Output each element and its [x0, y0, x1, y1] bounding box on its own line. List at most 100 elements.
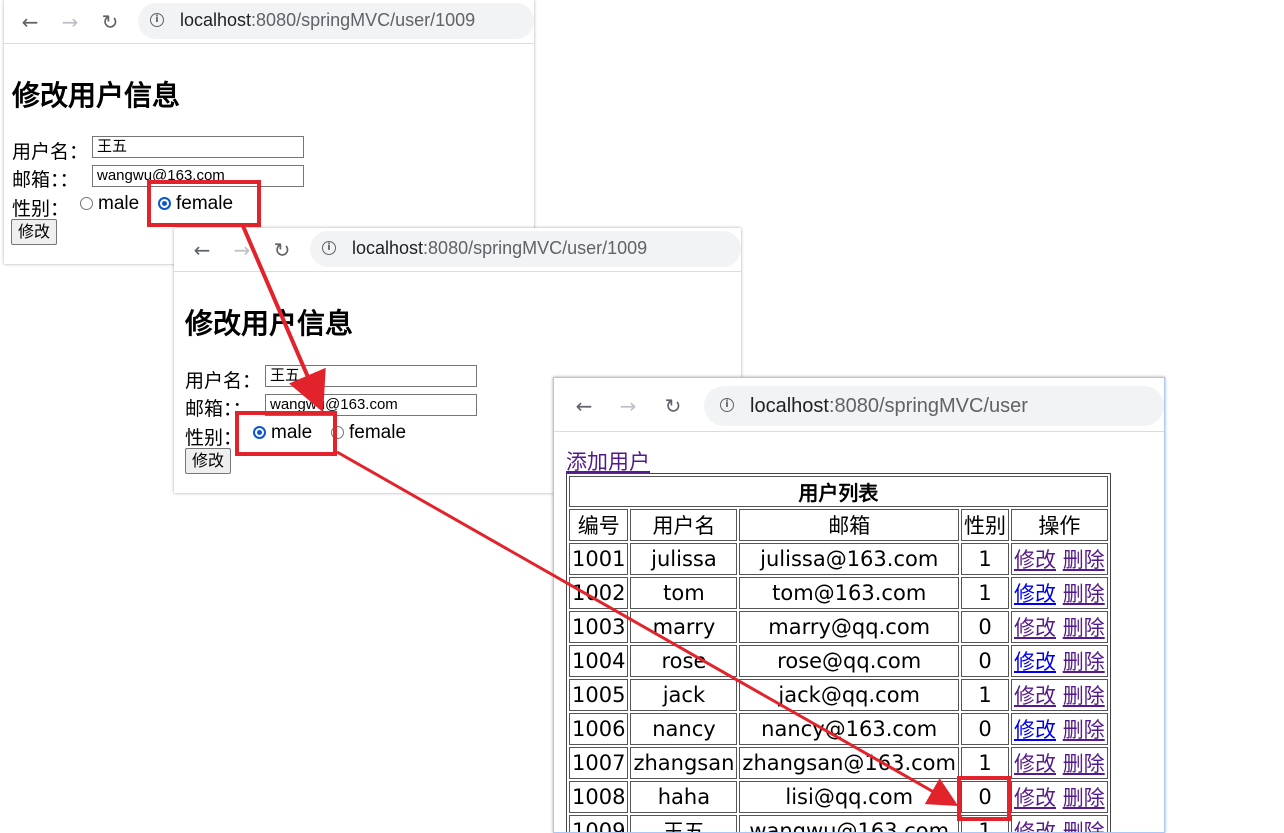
- user-email-cell: wangwu@163.com: [739, 815, 959, 832]
- gender-label: 性别：: [185, 427, 243, 449]
- add-user-link[interactable]: 添加用户: [566, 446, 650, 476]
- address-bar[interactable]: i localhost:8080/springMVC/user: [704, 386, 1164, 426]
- header-gender: 性别: [961, 509, 1009, 541]
- reload-icon[interactable]: ↻: [98, 10, 122, 34]
- page-content: 添加用户 用户列表 编号 用户名 邮箱 性别 操作 1001 julissa jul…: [554, 432, 1164, 832]
- user-actions-cell: 修改 删除: [1011, 577, 1108, 609]
- url-path: :8080/springMVC/user/1009: [423, 238, 648, 258]
- arrow-left-icon[interactable]: ←: [18, 10, 42, 34]
- edit-link[interactable]: 修改: [1014, 650, 1056, 674]
- user-id-cell: 1002: [569, 577, 629, 609]
- edit-link[interactable]: 修改: [1014, 582, 1056, 606]
- header-email: 邮箱: [739, 509, 959, 541]
- url-path: :8080/springMVC/user: [828, 395, 1028, 417]
- arrow-right-icon[interactable]: →: [616, 394, 640, 418]
- arrow-left-icon[interactable]: ←: [190, 238, 214, 262]
- gender-male-label: male: [98, 193, 140, 214]
- arrow-right-icon[interactable]: →: [58, 10, 82, 34]
- delete-link[interactable]: 删除: [1063, 718, 1105, 742]
- page-title: 修改用户信息: [185, 307, 354, 340]
- user-actions-cell: 修改 删除: [1011, 679, 1108, 711]
- user-id-cell: 1004: [569, 645, 629, 677]
- browser-toolbar: ← → ↻ i localhost:8080/springMVC/user/10…: [174, 228, 741, 272]
- edit-link[interactable]: 修改: [1014, 752, 1056, 776]
- username-input[interactable]: 王五: [265, 365, 477, 387]
- reload-icon[interactable]: ↻: [661, 394, 685, 418]
- user-gender-cell: 1: [961, 747, 1009, 779]
- user-name-cell: nancy: [630, 713, 738, 745]
- delete-link[interactable]: 删除: [1063, 650, 1105, 674]
- table-row: 1003 marry marry@qq.com 0 修改 删除: [569, 611, 1108, 643]
- user-actions-cell: 修改 删除: [1011, 611, 1108, 643]
- user-gender-cell: 1: [961, 577, 1009, 609]
- delete-link[interactable]: 删除: [1063, 616, 1105, 640]
- user-email-cell: tom@163.com: [739, 577, 959, 609]
- info-icon[interactable]: i: [720, 398, 734, 412]
- user-gender-cell: 0: [961, 713, 1009, 745]
- submit-button[interactable]: 修改: [185, 448, 232, 474]
- user-email-cell: zhangsan@163.com: [739, 747, 959, 779]
- submit-button[interactable]: 修改: [11, 219, 58, 245]
- header-actions: 操作: [1011, 509, 1108, 541]
- edit-link[interactable]: 修改: [1014, 616, 1056, 640]
- edit-link[interactable]: 修改: [1014, 820, 1056, 832]
- user-email-cell: jack@qq.com: [739, 679, 959, 711]
- highlight-box-gender-cell: [957, 776, 1011, 821]
- header-username: 用户名: [630, 509, 738, 541]
- url-text[interactable]: localhost:8080/springMVC/user/1009: [352, 238, 647, 259]
- gender-male-radio[interactable]: [80, 197, 93, 210]
- user-name-cell: rose: [630, 645, 738, 677]
- url-host: localhost: [750, 395, 829, 417]
- user-gender-cell: 0: [961, 645, 1009, 677]
- user-actions-cell: 修改 删除: [1011, 747, 1108, 779]
- user-actions-cell: 修改 删除: [1011, 815, 1108, 832]
- gender-label: 性别：: [12, 198, 70, 220]
- url-text[interactable]: localhost:8080/springMVC/user: [750, 395, 1028, 418]
- info-icon[interactable]: i: [322, 241, 336, 255]
- edit-link[interactable]: 修改: [1014, 786, 1056, 810]
- table-row: 1008 haha lisi@qq.com 0 修改 删除: [569, 781, 1108, 813]
- user-gender-cell: 0: [961, 611, 1009, 643]
- gender-female-label: female: [349, 422, 407, 443]
- user-actions-cell: 修改 删除: [1011, 543, 1108, 575]
- browser-toolbar: ← → ↻ i localhost:8080/springMVC/user/10…: [4, 0, 534, 44]
- delete-link[interactable]: 删除: [1063, 820, 1105, 832]
- delete-link[interactable]: 删除: [1063, 684, 1105, 708]
- user-actions-cell: 修改 删除: [1011, 713, 1108, 745]
- user-email-cell: nancy@163.com: [739, 713, 959, 745]
- table-header-row: 编号 用户名 邮箱 性别 操作: [569, 509, 1108, 541]
- table-row: 1009 王五 wangwu@163.com 1 修改 删除: [569, 815, 1108, 832]
- username-label: 用户名：: [185, 370, 262, 392]
- user-gender-cell: 1: [961, 543, 1009, 575]
- address-bar[interactable]: i localhost:8080/springMVC/user/1009: [138, 3, 534, 39]
- arrow-right-icon[interactable]: →: [230, 238, 254, 262]
- user-table-body: 1001 julissa julissa@163.com 1 修改 删除 1002 tom t…: [569, 543, 1108, 832]
- browser-window-edit-female: ← → ↻ i localhost:8080/springMVC/user/10…: [4, 0, 534, 264]
- table-row: 1002 tom tom@163.com 1 修改 删除: [569, 577, 1108, 609]
- delete-link[interactable]: 删除: [1063, 786, 1105, 810]
- edit-link[interactable]: 修改: [1014, 684, 1056, 708]
- user-email-cell: julissa@163.com: [739, 543, 959, 575]
- edit-link[interactable]: 修改: [1014, 718, 1056, 742]
- delete-link[interactable]: 删除: [1063, 548, 1105, 572]
- highlight-box-male: [235, 411, 337, 456]
- user-name-cell: haha: [630, 781, 738, 813]
- info-icon[interactable]: i: [150, 13, 164, 27]
- table-row: 1004 rose rose@qq.com 0 修改 删除: [569, 645, 1108, 677]
- arrow-left-icon[interactable]: ←: [572, 394, 596, 418]
- user-name-cell: julissa: [630, 543, 738, 575]
- delete-link[interactable]: 删除: [1063, 752, 1105, 776]
- user-id-cell: 1006: [569, 713, 629, 745]
- table-caption: 用户列表: [569, 476, 1108, 507]
- url-text[interactable]: localhost:8080/springMVC/user/1009: [180, 10, 475, 31]
- url-host: localhost: [352, 238, 424, 258]
- address-bar[interactable]: i localhost:8080/springMVC/user/1009: [310, 231, 741, 267]
- user-email-cell: marry@qq.com: [739, 611, 959, 643]
- edit-link[interactable]: 修改: [1014, 548, 1056, 572]
- table-row: 1007 zhangsan zhangsan@163.com 1 修改 删除: [569, 747, 1108, 779]
- username-input[interactable]: 王五: [92, 136, 304, 158]
- page-title: 修改用户信息: [12, 79, 181, 112]
- user-name-cell: jack: [630, 679, 738, 711]
- delete-link[interactable]: 删除: [1063, 582, 1105, 606]
- reload-icon[interactable]: ↻: [270, 238, 294, 262]
